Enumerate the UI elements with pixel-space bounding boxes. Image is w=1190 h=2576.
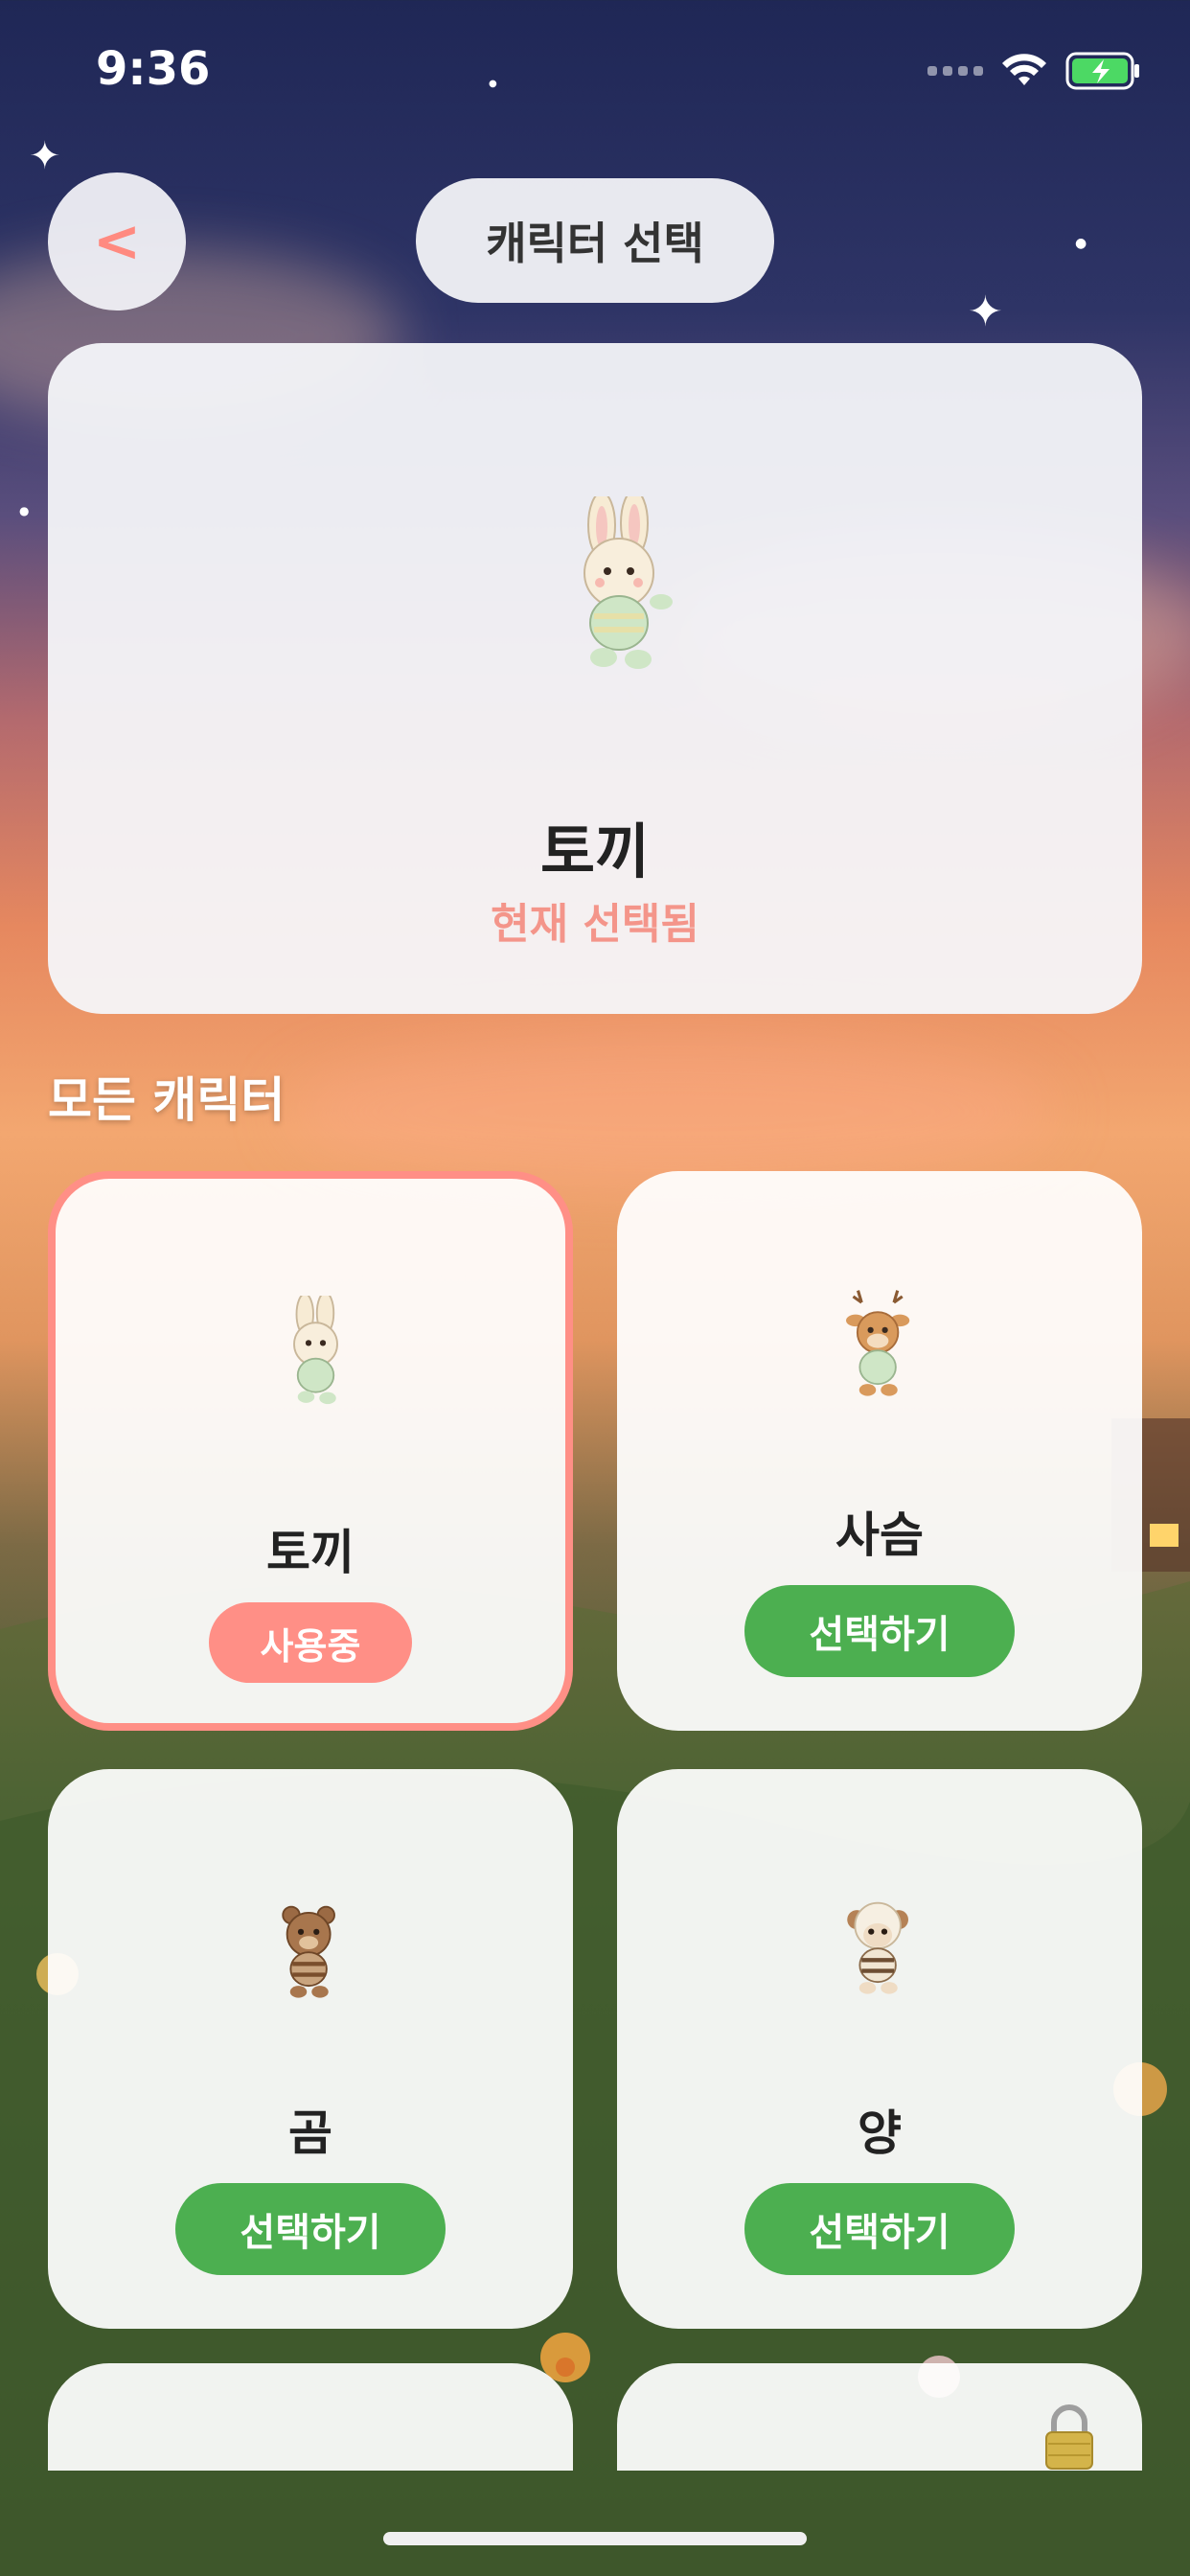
wifi-icon: [1002, 54, 1046, 85]
bear-character-image: [282, 1905, 335, 1998]
home-indicator[interactable]: [383, 2532, 807, 2545]
status-icons: [927, 52, 1142, 90]
current-character-card: 토끼 현재 선택됨: [48, 343, 1142, 1014]
character-card-sheep[interactable]: 양 선택하기: [617, 1769, 1142, 2329]
deer-character-image: [846, 1290, 910, 1396]
lock-icon: [1045, 2404, 1093, 2470]
character-card-rabbit[interactable]: 토끼 사용중: [48, 1171, 573, 1731]
back-button[interactable]: <: [48, 172, 186, 310]
character-name: 토끼: [266, 1525, 355, 1580]
character-card-bear[interactable]: 곰 선택하기: [48, 1769, 573, 2329]
character-name: 곰: [288, 2105, 332, 2161]
page-title: 캐릭터 선택: [416, 178, 774, 303]
current-character-status: 현재 선택됨: [491, 900, 699, 949]
all-characters-heading: 모든 캐릭터: [48, 1072, 286, 1128]
rabbit-character-image: [584, 496, 673, 669]
select-button[interactable]: 선택하기: [744, 1585, 1015, 1677]
signal-icon: [927, 66, 983, 76]
character-name: 양: [858, 2105, 902, 2161]
select-button[interactable]: 선택하기: [744, 2183, 1015, 2275]
sheep-character-image: [847, 1901, 908, 1994]
rabbit-character-image: [293, 1296, 338, 1405]
select-button[interactable]: 선택하기: [175, 2183, 446, 2275]
battery-charging-icon: [1065, 52, 1139, 90]
in-use-badge: 사용중: [209, 1602, 412, 1683]
current-character-name: 토끼: [539, 816, 651, 886]
character-card-partial[interactable]: [48, 2363, 573, 2471]
character-name: 사슴: [835, 1507, 924, 1563]
character-card-deer[interactable]: 사슴 선택하기: [617, 1171, 1142, 1731]
back-icon: <: [92, 208, 142, 275]
status-time: 9:36: [96, 42, 211, 96]
